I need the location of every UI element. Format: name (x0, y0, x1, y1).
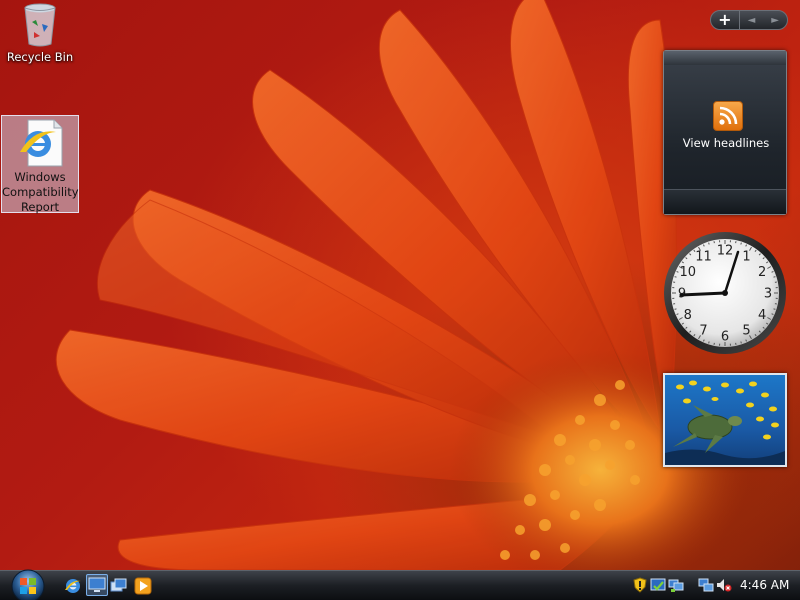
clock-numeral: 10 (680, 265, 697, 280)
clock-numeral: 1 (742, 249, 750, 264)
internet-explorer-icon[interactable] (64, 577, 82, 595)
clock-numeral: 8 (684, 308, 692, 323)
taskbar: 4:46 AM (0, 569, 800, 600)
clock-numeral: 4 (758, 308, 766, 323)
clock-numeral: 12 (717, 244, 734, 259)
gadget-top-band (664, 51, 786, 65)
clock-tick (773, 308, 776, 310)
system-clock[interactable]: 4:46 AM (740, 578, 789, 592)
recycle-bin-desktop-icon[interactable]: Recycle Bin (1, 2, 79, 65)
compatibility-report-label-line-2: Compatibility (2, 185, 79, 199)
start-button[interactable] (7, 569, 49, 600)
rss-feed-icon (713, 101, 743, 131)
clock-tick (740, 341, 742, 344)
clock-numeral: 7 (699, 324, 707, 339)
internet-explorer-document-icon (20, 119, 63, 167)
clock-numeral: 3 (764, 287, 772, 302)
slideshow-gadget[interactable] (663, 373, 787, 467)
sidebar-controls: + ◄ ► (710, 10, 788, 30)
clock-numeral: 11 (695, 249, 712, 264)
next-page-button[interactable]: ► (763, 15, 787, 26)
clock-gadget[interactable]: 121234567891011 (662, 230, 788, 356)
compatibility-report-label-line-1: Windows (14, 170, 66, 184)
previous-page-button[interactable]: ◄ (740, 15, 764, 26)
feed-headlines-gadget[interactable]: View headlines (663, 50, 787, 215)
view-headlines-link[interactable]: View headlines (664, 136, 788, 150)
show-desktop-icon[interactable] (86, 574, 108, 596)
media-player-icon[interactable] (134, 577, 152, 595)
security-shield-icon[interactable] (632, 577, 648, 593)
switch-windows-icon[interactable] (110, 577, 128, 595)
desktop[interactable]: Recycle Bin Windows Compatibility Report… (0, 0, 800, 600)
network-icon[interactable] (668, 577, 684, 593)
clock-tick (773, 276, 776, 278)
windows-update-icon[interactable] (650, 577, 666, 593)
clock-tick (708, 242, 710, 245)
clock-tick (740, 242, 742, 245)
clock-numeral: 5 (742, 324, 750, 339)
network-connection-icon[interactable] (698, 577, 714, 593)
recycle-bin-icon (24, 3, 56, 47)
clock-hour-hand (679, 291, 727, 297)
clock-numeral: 2 (758, 265, 766, 280)
volume-muted-icon[interactable] (716, 577, 732, 593)
compatibility-report-desktop-icon[interactable]: Windows Compatibility Report (1, 115, 79, 214)
recycle-bin-label: Recycle Bin (6, 50, 74, 64)
clock-tick (674, 276, 677, 278)
gadget-bottom-band (664, 189, 786, 214)
clock-tick (674, 308, 677, 310)
add-gadget-button[interactable]: + (711, 11, 740, 29)
compatibility-report-label-line-3: Report (20, 200, 60, 214)
clock-tick (708, 341, 710, 344)
